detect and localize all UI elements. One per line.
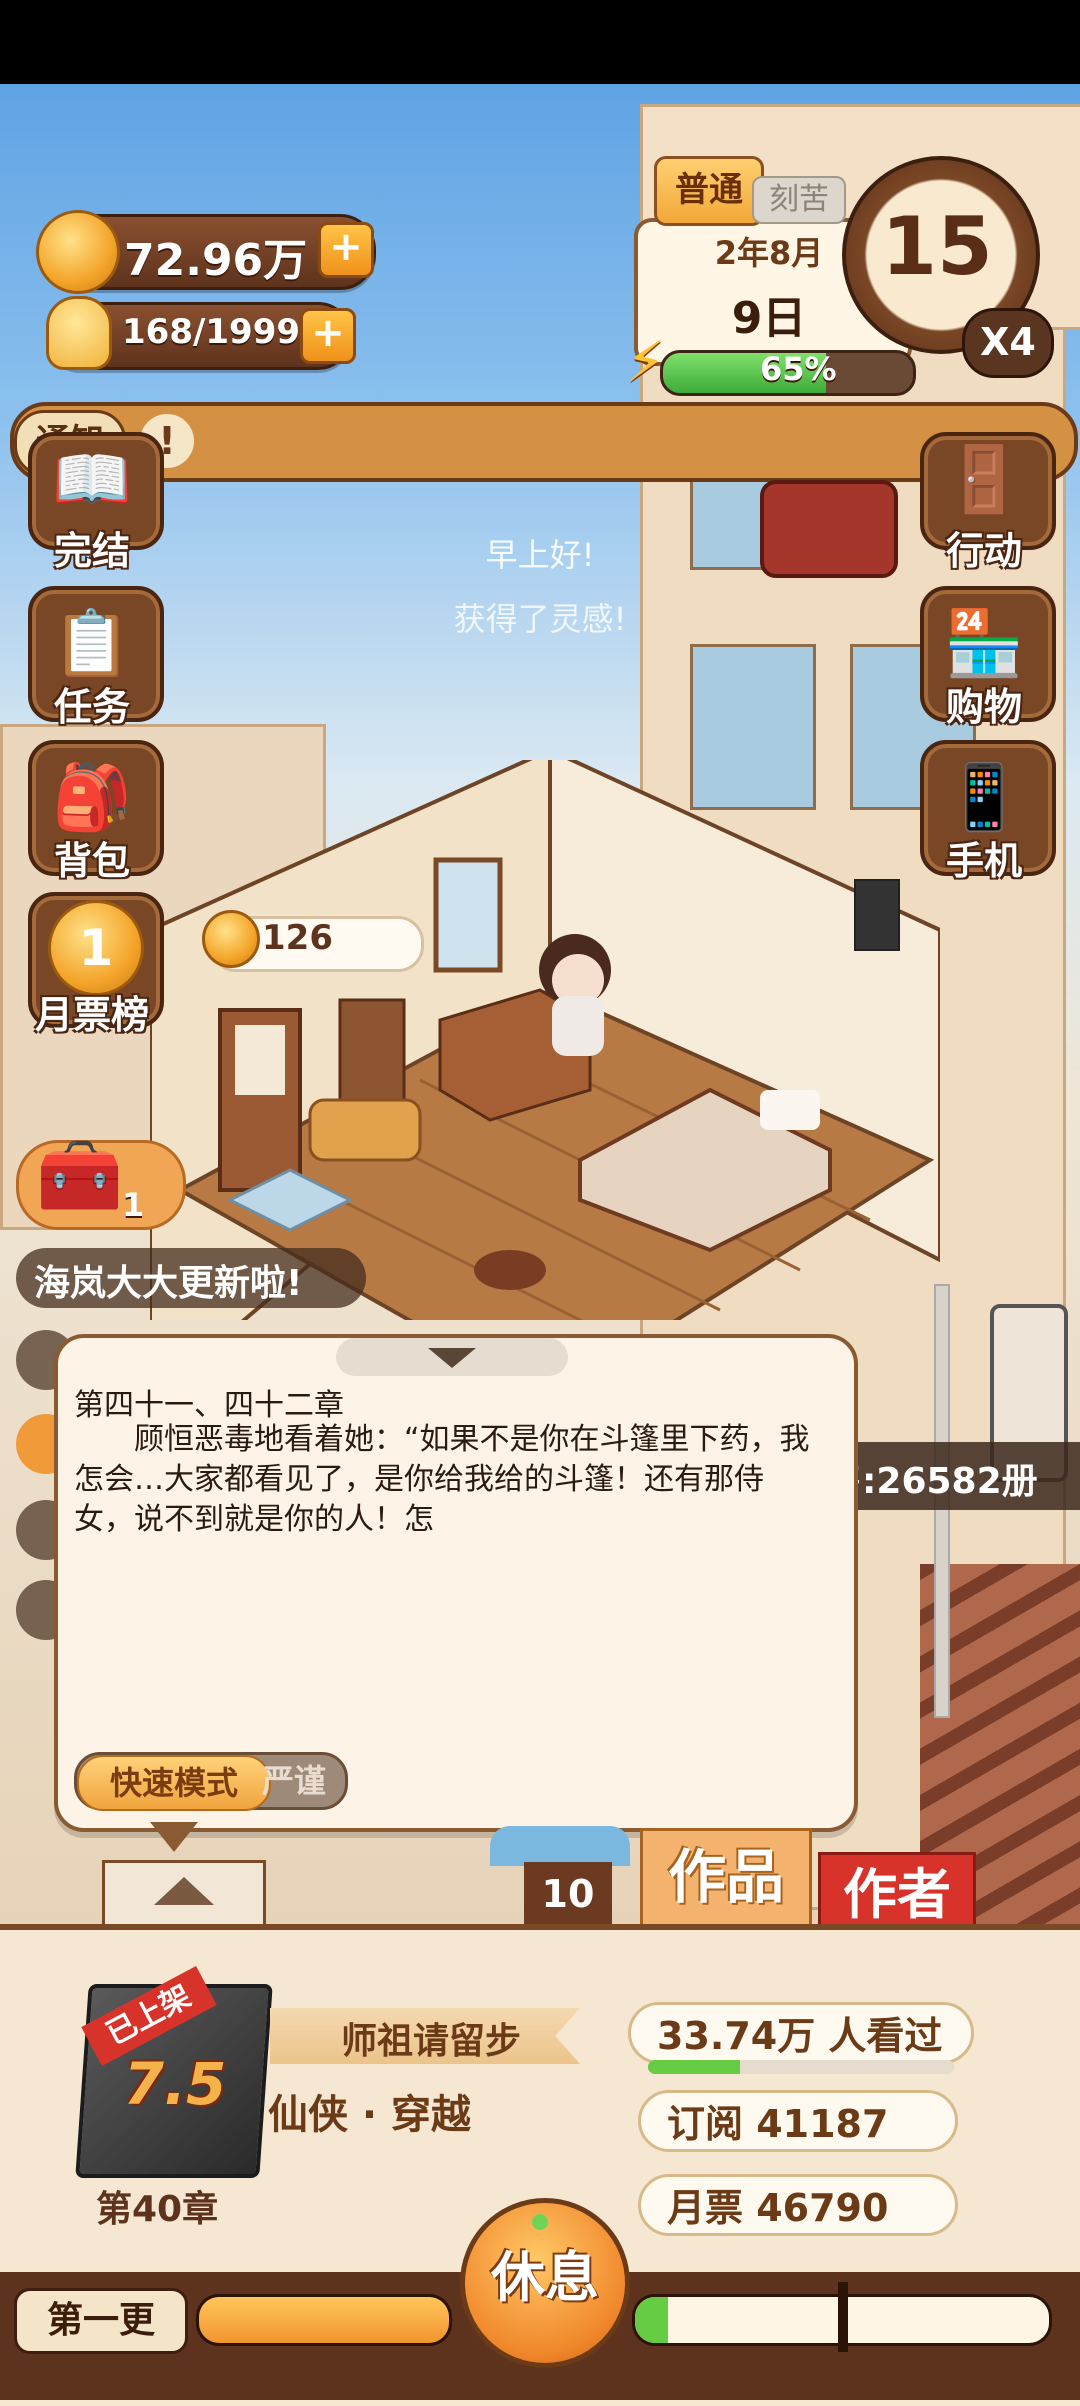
add-coins-button[interactable]: + (318, 222, 374, 278)
coins-value: 72.96万 (124, 235, 308, 286)
progress-marker (838, 2282, 848, 2352)
lightning-icon: ⚡ (626, 330, 666, 395)
player-room (150, 760, 940, 1320)
views-progress-fill (648, 2060, 740, 2074)
treasure-chest-icon: 🧰 (36, 1134, 124, 1216)
speed-button[interactable]: X4 (962, 308, 1054, 378)
menu-label: 行动 (945, 529, 1022, 573)
tab-count: 10 (524, 1862, 612, 1926)
views-stat: 33.74万 人看过 (628, 2002, 974, 2064)
treasure-count: 1 (122, 1186, 145, 1224)
mode-strict-button[interactable]: 严谨 (262, 1758, 342, 1804)
book-rating: 7.5 (123, 2050, 227, 2118)
menu-label: 购物 (945, 685, 1022, 729)
dialog-collapse-handle[interactable] (336, 1338, 568, 1376)
coin-icon (202, 910, 260, 968)
difficulty-tag[interactable]: 普通 (654, 156, 764, 226)
menu-label: 手机 (945, 839, 1022, 883)
lightbulb-icon (46, 296, 112, 370)
update-select-button[interactable]: 第一更 (14, 2288, 188, 2354)
menu-label: 任务 (53, 685, 130, 729)
secondary-tag[interactable]: 刻苦 (752, 176, 846, 224)
expand-tab[interactable] (102, 1860, 266, 1927)
right-progress-fill (635, 2297, 669, 2343)
dialog-tail (150, 1822, 198, 1852)
mode-fast-button[interactable]: 快速模式 (77, 1755, 271, 1811)
ticket-rank-icon: 1 (48, 900, 144, 996)
menu-label: 背包 (53, 839, 130, 883)
chapter-body: 顾恒恶毒地看着她：“如果不是你在斗篷里下药，我怎会…大家都看见了，是你给我给的斗… (74, 1422, 810, 1537)
tab-author[interactable]: 作者 (818, 1852, 976, 1930)
left-progress-fill (199, 2297, 449, 2343)
radio-icon[interactable] (760, 480, 898, 578)
subscriptions-stat: 订阅 41187 (638, 2090, 958, 2152)
monthly-tickets-stat: 月票 46790 (638, 2174, 958, 2236)
menu-label: 月票榜 (34, 993, 149, 1037)
clock-value: 15 (881, 200, 993, 293)
blue-tab[interactable] (490, 1826, 630, 1866)
tab-works[interactable]: 作品 (640, 1828, 812, 1930)
chevron-up-icon (154, 1877, 214, 1905)
views-progress-bar (648, 2060, 954, 2074)
inspiration-value: 168/1999 (122, 312, 301, 352)
notification-dot (532, 2214, 548, 2230)
room-coin-value: 126 (262, 918, 333, 958)
book-chapter: 第40章 (96, 2189, 219, 2230)
coin-icon (36, 210, 120, 294)
update-banner-text: 海岚大大更新啦! (34, 1263, 303, 1304)
status-bar (0, 0, 1080, 84)
book-genre: 仙侠 · 穿越 (268, 2092, 472, 2138)
chapter-title: 第四十一、四十二章 (74, 1388, 344, 1423)
book-title: 师祖请留步 (340, 2021, 521, 2062)
add-inspiration-button[interactable]: + (300, 308, 356, 364)
menu-label: 完结 (53, 529, 130, 573)
left-progress-bar (196, 2294, 452, 2346)
floating-message: 早上好! (485, 536, 595, 574)
chevron-down-icon (428, 1348, 476, 1368)
energy-percent: 65% (760, 350, 837, 388)
